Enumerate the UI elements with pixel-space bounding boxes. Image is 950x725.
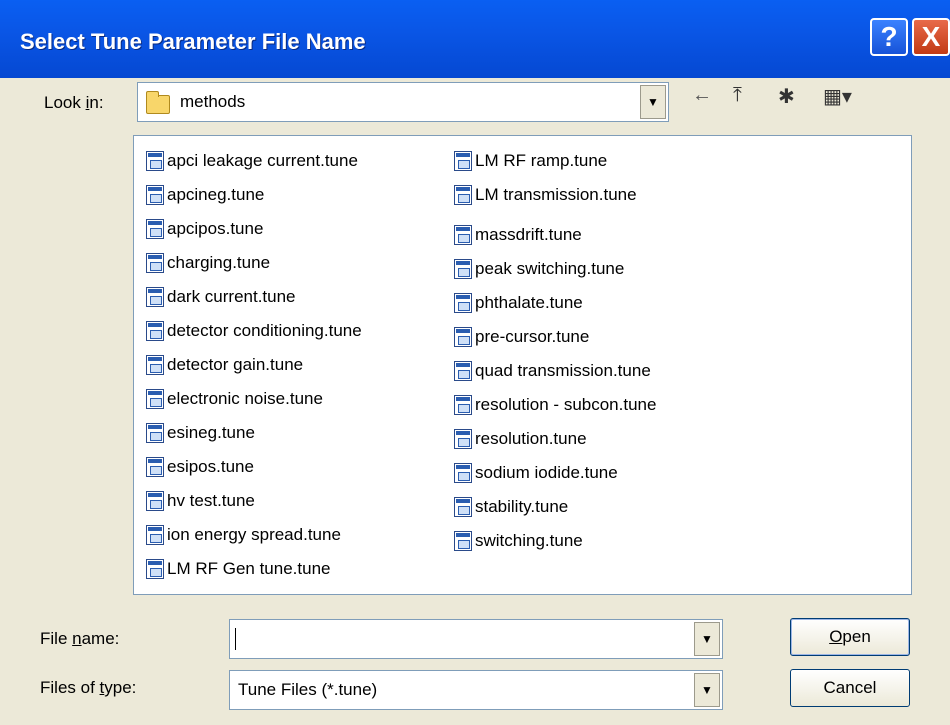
file-item[interactable]: electronic noise.tune xyxy=(146,386,323,412)
chevron-down-icon: ▼ xyxy=(701,683,713,697)
file-name-label: File name: xyxy=(40,629,120,648)
tune-file-icon xyxy=(146,287,164,307)
file-item[interactable]: dark current.tune xyxy=(146,284,296,310)
file-list[interactable]: apci leakage current.tune apcineg.tune a… xyxy=(133,135,912,595)
chevron-down-icon: ▼ xyxy=(647,95,659,109)
tune-file-icon xyxy=(454,531,472,551)
file-name-dropdown-button[interactable]: ▼ xyxy=(694,622,720,656)
tune-file-icon xyxy=(454,497,472,517)
file-item[interactable]: LM transmission.tune xyxy=(454,182,637,208)
file-type-combo[interactable]: Tune Files (*.tune) ▼ xyxy=(229,670,723,710)
file-name-input[interactable] xyxy=(235,628,238,650)
back-button[interactable]: ← xyxy=(692,84,712,107)
up-folder-button[interactable]: ⤒ xyxy=(733,84,742,107)
cancel-button[interactable]: Cancel xyxy=(790,669,910,707)
file-item[interactable]: switching.tune xyxy=(454,528,583,554)
tune-file-icon xyxy=(146,321,164,341)
file-item[interactable]: resolution.tune xyxy=(454,426,587,452)
open-button[interactable]: Open xyxy=(790,618,910,656)
file-item[interactable]: ion energy spread.tune xyxy=(146,522,341,548)
tune-file-icon xyxy=(146,185,164,205)
up-folder-icon: ⤒ xyxy=(733,84,742,106)
tune-file-icon xyxy=(146,219,164,239)
file-item[interactable]: sodium iodide.tune xyxy=(454,460,618,486)
new-folder-icon: ✱ xyxy=(778,86,795,108)
tune-file-icon xyxy=(146,355,164,375)
title-bar: Select Tune Parameter File Name ? X xyxy=(0,0,950,78)
window-title: Select Tune Parameter File Name xyxy=(20,29,366,54)
file-type-label: Files of type: xyxy=(40,678,137,697)
view-menu-icon: ▦▾ xyxy=(823,86,852,108)
view-menu-button[interactable]: ▦▾ xyxy=(823,84,852,109)
tune-file-icon xyxy=(146,491,164,511)
tune-file-icon xyxy=(454,185,472,205)
tune-file-icon xyxy=(146,423,164,443)
file-item[interactable]: peak switching.tune xyxy=(454,256,624,282)
tune-file-icon xyxy=(454,395,472,415)
file-item[interactable]: esineg.tune xyxy=(146,420,255,446)
file-item[interactable]: LM RF ramp.tune xyxy=(454,148,607,174)
tune-file-icon xyxy=(146,457,164,477)
file-type-dropdown-button[interactable]: ▼ xyxy=(694,673,720,707)
new-folder-button[interactable]: ✱ xyxy=(778,84,795,109)
file-type-value: Tune Files (*.tune) xyxy=(238,680,378,699)
close-icon: X xyxy=(921,21,941,52)
tune-file-icon xyxy=(454,361,472,381)
file-item[interactable]: resolution - subcon.tune xyxy=(454,392,656,418)
file-item[interactable]: quad transmission.tune xyxy=(454,358,651,384)
file-item[interactable]: pre-cursor.tune xyxy=(454,324,589,350)
file-item[interactable]: charging.tune xyxy=(146,250,270,276)
back-arrow-icon: ← xyxy=(692,84,712,106)
tune-file-icon xyxy=(146,559,164,579)
tune-file-icon xyxy=(454,293,472,313)
file-item[interactable]: LM RF Gen tune.tune xyxy=(146,556,330,582)
file-item[interactable]: apcipos.tune xyxy=(146,216,263,242)
file-item[interactable]: hv test.tune xyxy=(146,488,255,514)
file-item[interactable]: detector conditioning.tune xyxy=(146,318,362,344)
file-name-combo[interactable]: ▼ xyxy=(229,619,723,659)
tune-file-icon xyxy=(146,525,164,545)
help-button[interactable]: ? xyxy=(870,18,908,56)
file-item[interactable]: apcineg.tune xyxy=(146,182,264,208)
tune-file-icon xyxy=(454,429,472,449)
file-item[interactable]: phthalate.tune xyxy=(454,290,583,316)
tune-file-icon xyxy=(146,389,164,409)
look-in-label: Look in: xyxy=(44,93,104,112)
folder-icon xyxy=(146,91,170,114)
look-in-dropdown-button[interactable]: ▼ xyxy=(640,85,666,119)
close-button[interactable]: X xyxy=(912,18,950,56)
tune-file-icon xyxy=(454,463,472,483)
chevron-down-icon: ▼ xyxy=(701,632,713,646)
help-icon: ? xyxy=(880,21,898,52)
file-item[interactable]: esipos.tune xyxy=(146,454,254,480)
tune-file-icon xyxy=(454,259,472,279)
tune-file-icon xyxy=(454,225,472,245)
file-item[interactable]: detector gain.tune xyxy=(146,352,303,378)
look-in-value: methods xyxy=(180,92,246,111)
tune-file-icon xyxy=(146,151,164,171)
file-item[interactable]: apci leakage current.tune xyxy=(146,148,358,174)
file-item[interactable]: stability.tune xyxy=(454,494,568,520)
tune-file-icon xyxy=(146,253,164,273)
tune-file-icon xyxy=(454,327,472,347)
file-item[interactable]: massdrift.tune xyxy=(454,222,582,248)
tune-file-icon xyxy=(454,151,472,171)
look-in-combo[interactable]: methods ▼ xyxy=(137,82,669,122)
